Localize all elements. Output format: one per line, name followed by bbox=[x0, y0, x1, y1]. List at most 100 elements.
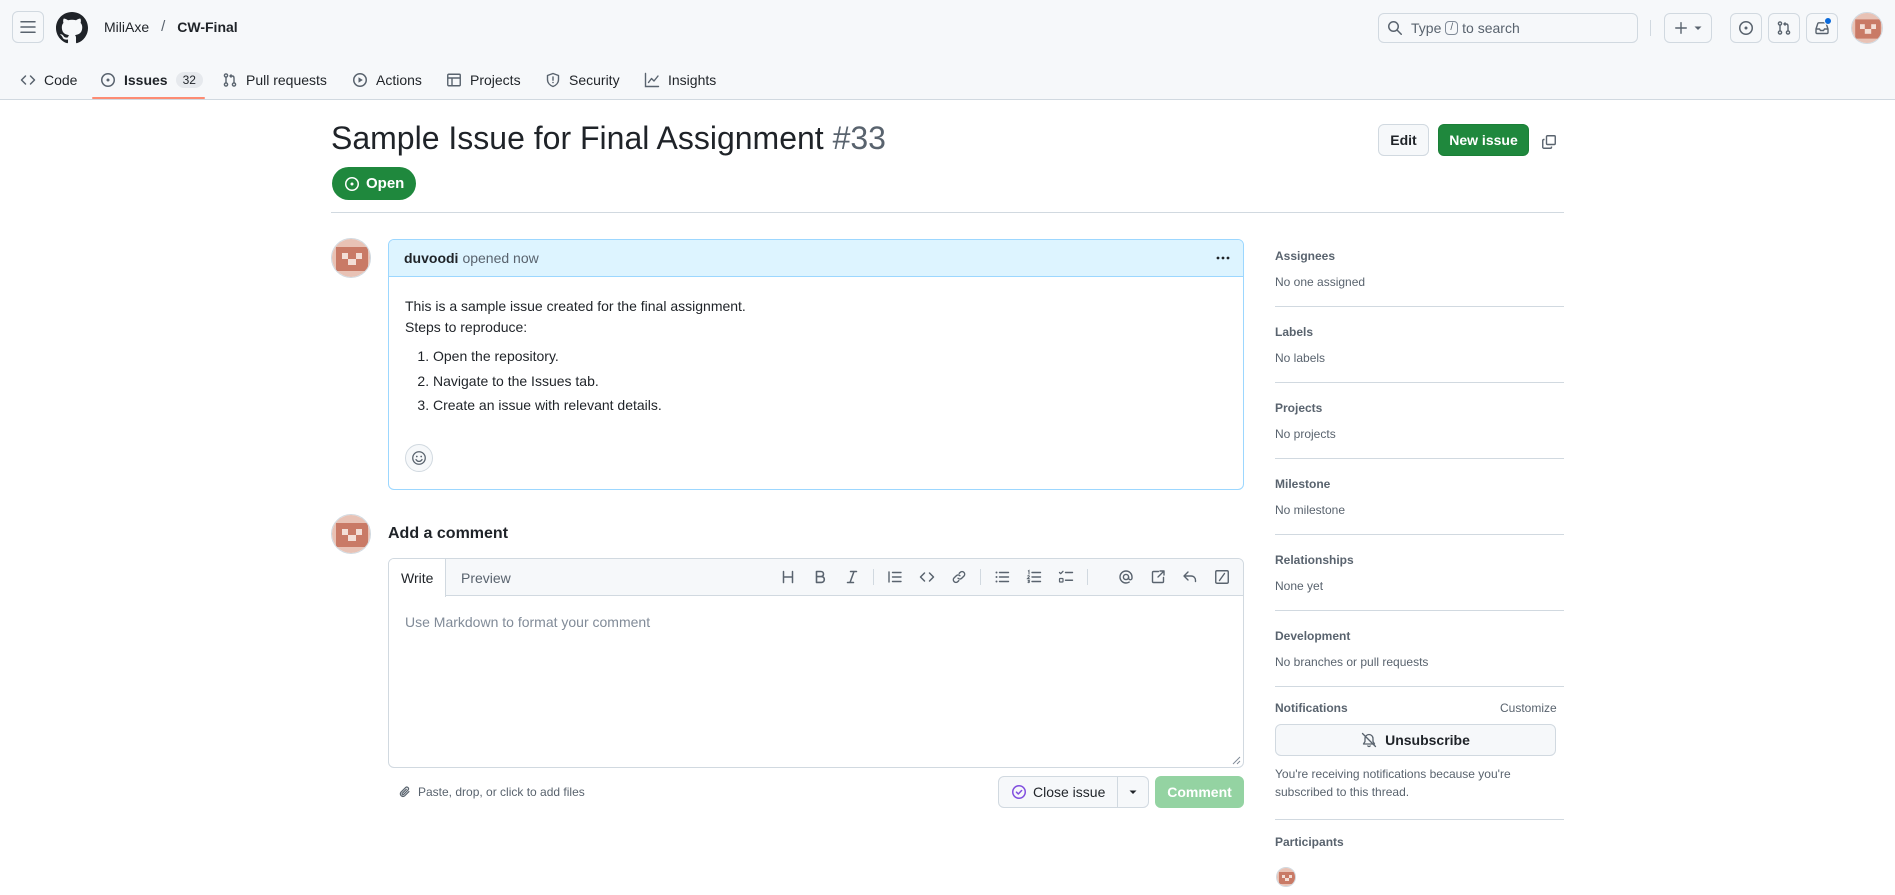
copy-link-button[interactable] bbox=[1537, 130, 1561, 154]
tab-preview[interactable]: Preview bbox=[449, 559, 523, 596]
unordered-list-button[interactable] bbox=[990, 565, 1014, 589]
kebab-horizontal-icon bbox=[1216, 256, 1230, 260]
resize-handle-icon[interactable] bbox=[1231, 755, 1241, 765]
current-user-avatar[interactable] bbox=[331, 514, 371, 554]
comment-editor: Write Preview Use Markdown to format you… bbox=[388, 558, 1244, 768]
editor-toolbar: Write Preview bbox=[389, 559, 1243, 597]
github-logo-icon[interactable] bbox=[56, 12, 88, 44]
breadcrumb-separator: / bbox=[161, 18, 166, 35]
tab-security[interactable]: Security bbox=[537, 64, 628, 96]
code-icon bbox=[20, 75, 36, 85]
create-new-button[interactable] bbox=[1664, 13, 1712, 43]
add-comment-heading: Add a comment bbox=[388, 525, 509, 542]
issue-closed-icon bbox=[1012, 785, 1026, 799]
sidebar-labels[interactable]: Labels No labels bbox=[1275, 325, 1564, 365]
repo-name-link[interactable]: CW-Final bbox=[177, 19, 237, 35]
close-issue-button[interactable]: Close issue bbox=[998, 776, 1119, 808]
task-list-button[interactable] bbox=[1054, 565, 1078, 589]
tab-label: Insights bbox=[668, 72, 717, 88]
list-ordered-icon bbox=[1026, 569, 1042, 584]
heading-button[interactable] bbox=[776, 565, 800, 589]
tab-label: Actions bbox=[376, 72, 422, 88]
repo-owner-link[interactable]: MiliAxe bbox=[104, 19, 149, 35]
issue-opened-icon bbox=[1739, 21, 1753, 35]
author-avatar[interactable] bbox=[331, 238, 371, 278]
attach-files-label: Paste, drop, or click to add files bbox=[418, 785, 585, 799]
sidebar-value: No projects bbox=[1275, 427, 1336, 441]
sidebar-projects[interactable]: Projects No projects bbox=[1275, 401, 1564, 441]
mention-button[interactable] bbox=[1114, 565, 1138, 589]
toolbar-divider bbox=[873, 569, 874, 585]
sidebar-value: No one assigned bbox=[1275, 275, 1366, 289]
tab-label: Code bbox=[44, 72, 78, 88]
saved-reply-button[interactable] bbox=[1178, 565, 1202, 589]
participant-avatar[interactable] bbox=[1276, 867, 1296, 887]
search-shortcut-key: / bbox=[1445, 21, 1459, 35]
link-button[interactable] bbox=[947, 565, 971, 589]
comment-submit-button[interactable]: Comment bbox=[1155, 776, 1244, 808]
tab-label: Projects bbox=[470, 72, 521, 88]
identicon-avatar bbox=[332, 239, 370, 277]
bold-icon bbox=[815, 570, 826, 584]
pull-requests-button[interactable] bbox=[1768, 13, 1800, 43]
sidebar-development[interactable]: Development No branches or pull requests bbox=[1275, 629, 1564, 669]
edit-button[interactable]: Edit bbox=[1378, 124, 1429, 156]
comment-body: This is a sample issue created for the f… bbox=[389, 277, 1243, 416]
sidebar-divider bbox=[1275, 819, 1564, 820]
tab-label: Pull requests bbox=[246, 72, 327, 88]
bold-button[interactable] bbox=[808, 565, 832, 589]
quote-button[interactable] bbox=[883, 565, 907, 589]
breadcrumb: MiliAxe / CW-Final bbox=[104, 18, 238, 35]
search-prefix: Type bbox=[1411, 20, 1442, 36]
tab-insights[interactable]: Insights bbox=[636, 64, 724, 96]
search-input[interactable]: Type / to search bbox=[1378, 13, 1638, 43]
play-icon bbox=[353, 73, 367, 87]
unsubscribe-button[interactable]: Unsubscribe bbox=[1275, 724, 1556, 756]
title-divider bbox=[331, 212, 1564, 213]
sidebar-milestone[interactable]: Milestone No milestone bbox=[1275, 477, 1564, 517]
cross-reference-icon bbox=[1151, 570, 1165, 584]
triangle-down-icon bbox=[1129, 790, 1137, 794]
sidebar-divider bbox=[1275, 306, 1564, 307]
customize-notifications-link[interactable]: Customize bbox=[1500, 701, 1557, 715]
new-issue-button[interactable]: New issue bbox=[1438, 124, 1529, 156]
tab-write[interactable]: Write bbox=[389, 559, 447, 597]
code-button[interactable] bbox=[915, 565, 939, 589]
selected-tab-underline bbox=[92, 97, 205, 99]
git-pull-request-icon bbox=[1777, 21, 1791, 35]
user-avatar[interactable] bbox=[1851, 12, 1883, 44]
tab-issues[interactable]: Issues 32 bbox=[92, 64, 211, 96]
sidebar-assignees[interactable]: Assignees No one assigned bbox=[1275, 249, 1564, 289]
tab-actions[interactable]: Actions bbox=[344, 64, 430, 96]
sidebar-relationships[interactable]: Relationships None yet bbox=[1275, 553, 1564, 593]
page-title: Sample Issue for Final Assignment #33 bbox=[331, 120, 886, 157]
smiley-icon bbox=[412, 451, 426, 465]
tab-pull-requests[interactable]: Pull requests bbox=[214, 64, 335, 96]
list-item: Create an issue with relevant details. bbox=[433, 395, 1227, 416]
header-divider bbox=[1650, 20, 1651, 36]
ordered-list-button[interactable] bbox=[1022, 565, 1046, 589]
comment-author-link[interactable]: duvoodi bbox=[404, 250, 458, 266]
sidebar-heading: Assignees bbox=[1275, 249, 1336, 263]
tab-code[interactable]: Code bbox=[12, 64, 85, 96]
hamburger-icon bbox=[20, 21, 36, 33]
unread-indicator bbox=[1824, 17, 1832, 25]
identicon-avatar bbox=[1852, 13, 1882, 43]
italic-button[interactable] bbox=[840, 565, 864, 589]
identicon-avatar bbox=[1277, 868, 1295, 886]
comment-timestamp[interactable]: opened now bbox=[462, 250, 538, 266]
add-reaction-button[interactable] bbox=[405, 444, 433, 472]
reference-button[interactable] bbox=[1146, 565, 1170, 589]
attach-files-button[interactable]: Paste, drop, or click to add files bbox=[398, 785, 585, 799]
quote-icon bbox=[888, 571, 902, 583]
issues-button[interactable] bbox=[1730, 13, 1762, 43]
menu-button[interactable] bbox=[12, 11, 44, 43]
close-issue-options-button[interactable] bbox=[1118, 776, 1150, 808]
slash-commands-button[interactable] bbox=[1210, 565, 1234, 589]
inbox-button[interactable] bbox=[1806, 13, 1838, 43]
comment-options-button[interactable] bbox=[1211, 246, 1235, 270]
comment-paragraph: This is a sample issue created for the f… bbox=[405, 298, 746, 314]
tab-projects[interactable]: Projects bbox=[438, 64, 529, 96]
unsubscribe-label: Unsubscribe bbox=[1385, 732, 1470, 748]
comment-textarea[interactable]: Use Markdown to format your comment bbox=[389, 596, 1243, 648]
